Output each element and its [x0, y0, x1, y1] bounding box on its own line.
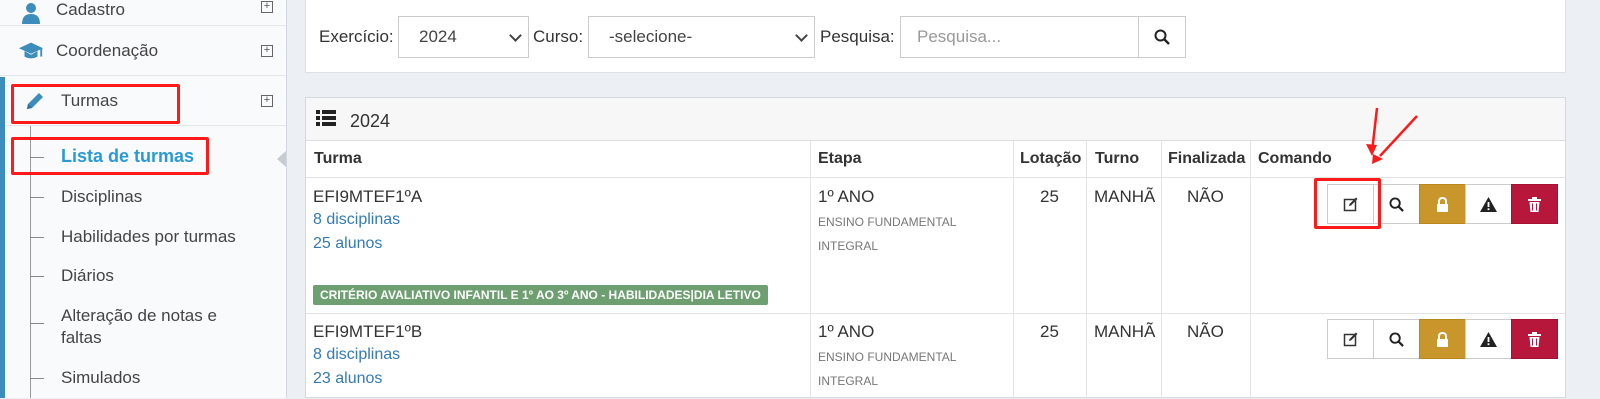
- annotation-box-edit: [1314, 178, 1381, 229]
- trash-icon: [1528, 196, 1541, 212]
- delete-button[interactable]: [1511, 184, 1558, 224]
- sidebar-subitem-label: Simulados: [61, 368, 141, 387]
- edit-button[interactable]: [1327, 319, 1374, 359]
- etapa-sub: INTEGRAL: [818, 239, 879, 253]
- row-divider: [306, 313, 1565, 314]
- collapse-caret-icon: [277, 151, 286, 167]
- etapa-value: 1º ANO: [818, 187, 875, 206]
- sidebar-item-label: Coordenação: [56, 40, 159, 60]
- column-header-comando: Comando: [1258, 150, 1332, 167]
- sidebar-item-label: Cadastro: [56, 0, 125, 19]
- warning-icon: [1480, 331, 1497, 347]
- turno-value: MANHÃ: [1094, 187, 1156, 206]
- plus-square-icon[interactable]: +: [261, 44, 273, 57]
- etapa-sub: ENSINO FUNDAMENTAL: [818, 350, 957, 364]
- sidebar: Cadastro + Coordenação + Turmas + Lista …: [0, 0, 287, 398]
- tree-dash: [30, 378, 44, 379]
- search-icon: [1389, 196, 1404, 212]
- sidebar-subitem-label: Alteração de notas e: [61, 306, 217, 325]
- sidebar-subitem-diarios[interactable]: Diários: [0, 256, 286, 296]
- lock-button[interactable]: [1419, 184, 1466, 224]
- sidebar-subitem-label: Diários: [61, 266, 114, 285]
- etapa-sub: ENSINO FUNDAMENTAL: [818, 215, 957, 229]
- alunos-link[interactable]: 23 alunos: [313, 370, 382, 388]
- delete-button[interactable]: [1511, 319, 1558, 359]
- lock-icon: [1437, 331, 1448, 347]
- sidebar-subitem-alteracao[interactable]: Alteração de notas e faltas: [0, 296, 286, 350]
- search-input[interactable]: Pesquisa...: [900, 16, 1139, 58]
- curso-value: -selecione-: [609, 27, 693, 46]
- sidebar-subitem-disciplinas[interactable]: Disciplinas: [0, 177, 286, 217]
- column-header-lotacao[interactable]: Lotação: [1020, 150, 1081, 168]
- tree-dash: [30, 323, 44, 324]
- turma-code: EFI9MTEF1ºA: [313, 187, 423, 206]
- turma-code: EFI9MTEF1ºB: [313, 322, 423, 341]
- column-header-turno[interactable]: Turno: [1095, 150, 1139, 168]
- sidebar-subitem-label: Habilidades por turmas: [61, 227, 236, 246]
- annotation-box-lista: [11, 137, 209, 175]
- command-buttons: [1327, 319, 1558, 359]
- finalizada-value: NÃO: [1187, 187, 1224, 206]
- sidebar-subitem-label: faltas: [61, 328, 102, 347]
- exercicio-select[interactable]: 2024: [398, 16, 529, 58]
- pesquisa-label: Pesquisa:: [820, 27, 895, 46]
- column-divider: [1013, 141, 1014, 399]
- sidebar-item-coordenacao[interactable]: Coordenação +: [0, 26, 286, 76]
- column-divider: [1161, 141, 1162, 399]
- lotacao-value: 25: [1040, 187, 1059, 206]
- filter-bar: Exercício: 2024 Curso: -selecione- Pesqu…: [305, 0, 1566, 73]
- annotation-arrows-icon: [1366, 107, 1418, 164]
- search-icon: [1389, 331, 1404, 347]
- panel-title: 2024: [350, 111, 391, 131]
- column-divider: [1250, 141, 1251, 399]
- edit-icon: [1343, 332, 1357, 347]
- search-button[interactable]: [1138, 16, 1186, 58]
- lock-button[interactable]: [1419, 319, 1466, 359]
- view-button[interactable]: [1373, 319, 1420, 359]
- tree-dash: [30, 197, 44, 198]
- plus-square-icon[interactable]: +: [261, 1, 273, 13]
- lock-icon: [1437, 196, 1448, 212]
- column-divider: [810, 141, 811, 399]
- sidebar-subitem-simulados[interactable]: Simulados: [0, 358, 286, 398]
- sidebar-subitem-habilidades[interactable]: Habilidades por turmas: [0, 217, 286, 257]
- annotation-box-turmas: [11, 84, 180, 124]
- list-icon: [316, 110, 336, 126]
- search-placeholder: Pesquisa...: [917, 27, 1002, 46]
- plus-square-icon[interactable]: +: [261, 94, 273, 107]
- turno-value: MANHÃ: [1094, 322, 1156, 341]
- column-divider: [1086, 141, 1087, 399]
- tree-dash: [30, 237, 44, 238]
- alert-button[interactable]: [1465, 184, 1512, 224]
- user-icon: [18, 0, 44, 26]
- etapa-value: 1º ANO: [818, 322, 875, 341]
- column-header-etapa[interactable]: Etapa: [818, 150, 862, 168]
- chevron-down-icon: [795, 29, 808, 42]
- exercicio-value: 2024: [419, 27, 457, 46]
- finalizada-value: NÃO: [1187, 322, 1224, 341]
- curso-select[interactable]: -selecione-: [588, 16, 815, 58]
- graduation-cap-icon: [18, 38, 44, 64]
- lotacao-value: 25: [1040, 322, 1059, 341]
- disciplinas-link[interactable]: 8 disciplinas: [313, 346, 400, 364]
- alert-button[interactable]: [1465, 319, 1512, 359]
- sidebar-item-cadastro[interactable]: Cadastro +: [0, 0, 286, 26]
- criterio-badge: CRITÉRIO AVALIATIVO INFANTIL E 1º AO 3º …: [313, 285, 768, 305]
- sidebar-subitem-label: Disciplinas: [61, 187, 143, 206]
- etapa-sub: INTEGRAL: [818, 374, 879, 388]
- disciplinas-link[interactable]: 8 disciplinas: [313, 211, 400, 229]
- trash-icon: [1528, 331, 1541, 347]
- curso-label: Curso:: [533, 27, 584, 46]
- exercicio-label: Exercício:: [319, 27, 394, 46]
- column-header-finalizada[interactable]: Finalizada: [1168, 150, 1245, 168]
- search-icon: [1154, 29, 1170, 45]
- alunos-link[interactable]: 25 alunos: [313, 235, 382, 253]
- tree-dash: [30, 276, 44, 277]
- chevron-down-icon: [509, 29, 522, 42]
- warning-icon: [1480, 196, 1497, 212]
- column-header-turma[interactable]: Turma: [314, 150, 362, 168]
